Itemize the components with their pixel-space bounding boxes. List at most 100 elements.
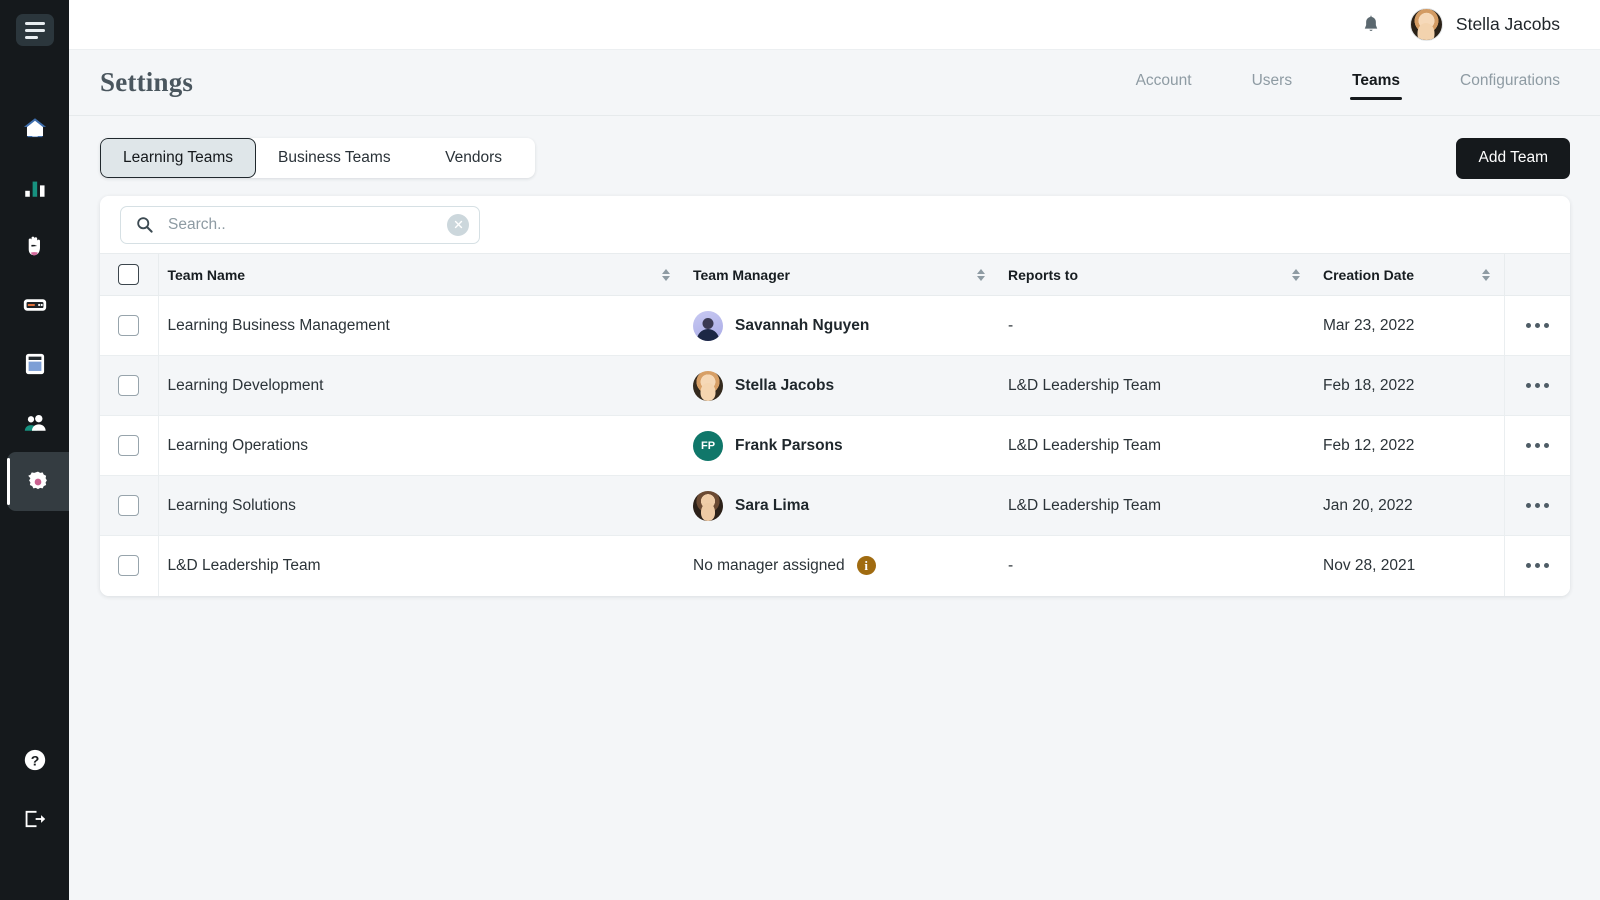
row-select-cell [100, 416, 158, 476]
hamburger-icon[interactable] [16, 14, 54, 46]
reports-to-text: - [999, 557, 1314, 575]
close-circle-icon[interactable] [447, 214, 469, 236]
sidebar-item-content[interactable] [0, 334, 69, 393]
search-input[interactable] [168, 216, 447, 234]
hamburger-line [25, 36, 38, 39]
table-row[interactable]: Learning Business Management Savannah Ng… [100, 296, 1570, 356]
sidebar-nav [0, 98, 69, 511]
top-bar: Stella Jacobs [69, 0, 1600, 50]
row-select-cell [100, 296, 158, 356]
th-team-name[interactable]: Team Name [158, 254, 684, 296]
more-horizontal-icon[interactable] [1505, 443, 1571, 448]
creation-date-text: Feb 12, 2022 [1314, 437, 1504, 455]
th-reports-to-label: Reports to [999, 267, 1078, 283]
add-team-button[interactable]: Add Team [1456, 138, 1570, 179]
team-name-text: Learning Operations [159, 437, 685, 455]
table-head: Team Name Team Manager Reports to [100, 254, 1570, 296]
tab-users[interactable]: Users [1222, 66, 1322, 100]
table-row[interactable]: L&D Leadership Team No manager assigned … [100, 536, 1570, 596]
sidebar-item-help[interactable]: ? [0, 730, 69, 789]
credit-card-icon [22, 292, 48, 318]
sort-arrows-icon[interactable] [977, 269, 985, 281]
sort-arrows-icon[interactable] [1292, 269, 1300, 281]
th-team-manager[interactable]: Team Manager [684, 254, 999, 296]
cell-row-actions [1504, 296, 1570, 356]
more-horizontal-icon[interactable] [1505, 563, 1571, 568]
avatar [1410, 8, 1443, 41]
th-team-manager-label: Team Manager [684, 267, 790, 283]
cell-team-name: Learning Solutions [158, 476, 684, 536]
table-row[interactable]: Learning Operations FP Frank Parsons L&D… [100, 416, 1570, 476]
creation-date-text: Mar 23, 2022 [1314, 317, 1504, 335]
sidebar-item-logout[interactable] [0, 789, 69, 848]
row-checkbox[interactable] [118, 555, 139, 576]
table-row[interactable]: Learning Solutions Sara Lima L&D Leaders… [100, 476, 1570, 536]
segment-learning-teams[interactable]: Learning Teams [100, 138, 256, 178]
people-icon [22, 410, 48, 436]
cell-reports-to: - [999, 296, 1314, 356]
select-all-checkbox[interactable] [118, 264, 139, 285]
row-select-cell [100, 356, 158, 416]
hamburger-line [25, 22, 45, 25]
team-name-text: Learning Solutions [159, 497, 685, 515]
sidebar-item-cards[interactable] [0, 275, 69, 334]
tab-account[interactable]: Account [1106, 66, 1222, 100]
cell-reports-to: L&D Leadership Team [999, 416, 1314, 476]
svg-text:?: ? [30, 752, 39, 768]
sort-arrows-icon[interactable] [1482, 269, 1490, 281]
sort-arrows-icon[interactable] [662, 269, 670, 281]
th-select-all [100, 254, 158, 296]
cell-team-manager: No manager assigned i [684, 536, 999, 596]
sidebar-item-home[interactable] [0, 98, 69, 157]
segment-vendors[interactable]: Vendors [413, 138, 535, 178]
info-icon[interactable]: i [857, 556, 876, 575]
creation-date-text: Feb 18, 2022 [1314, 377, 1504, 395]
segment-business-teams[interactable]: Business Teams [256, 138, 413, 178]
sidebar-item-analytics[interactable] [0, 157, 69, 216]
manager-name: Sara Lima [735, 497, 809, 515]
sub-toolbar: Learning Teams Business Teams Vendors Ad… [100, 138, 1570, 178]
reports-to-text: L&D Leadership Team [999, 497, 1314, 515]
more-horizontal-icon[interactable] [1505, 383, 1571, 388]
tab-configurations[interactable]: Configurations [1430, 66, 1560, 100]
more-horizontal-icon[interactable] [1505, 503, 1571, 508]
sidebar: ? [0, 0, 69, 900]
close-icon [452, 218, 465, 231]
row-checkbox[interactable] [118, 435, 139, 456]
teams-table: Team Name Team Manager Reports to [100, 253, 1570, 596]
table-body: Learning Business Management Savannah Ng… [100, 296, 1570, 596]
search-icon [135, 215, 154, 234]
bell-icon[interactable] [1360, 14, 1382, 36]
sidebar-item-engagement[interactable] [0, 216, 69, 275]
cell-row-actions [1504, 416, 1570, 476]
th-reports-to[interactable]: Reports to [999, 254, 1314, 296]
help-circle-icon: ? [22, 747, 48, 773]
cell-team-name: L&D Leadership Team [158, 536, 684, 596]
team-type-segmented-control: Learning Teams Business Teams Vendors [100, 138, 535, 178]
more-horizontal-icon[interactable] [1505, 323, 1571, 328]
th-creation-date[interactable]: Creation Date [1314, 254, 1504, 296]
cell-team-name: Learning Business Management [158, 296, 684, 356]
table-row[interactable]: Learning Development Stella Jacobs L&D L… [100, 356, 1570, 416]
row-checkbox[interactable] [118, 315, 139, 336]
sidebar-item-settings[interactable] [7, 452, 69, 511]
manager-avatar [693, 491, 723, 521]
tab-teams[interactable]: Teams [1322, 66, 1430, 100]
search-zone [100, 196, 1570, 253]
reports-to-text: L&D Leadership Team [999, 377, 1314, 395]
team-name-text: Learning Business Management [159, 317, 685, 335]
row-checkbox[interactable] [118, 495, 139, 516]
teams-table-card: Team Name Team Manager Reports to [100, 196, 1570, 596]
manager-name: Savannah Nguyen [735, 317, 869, 335]
row-checkbox[interactable] [118, 375, 139, 396]
cell-team-manager: Sara Lima [684, 476, 999, 536]
cell-creation-date: Feb 12, 2022 [1314, 416, 1504, 476]
reports-to-text: L&D Leadership Team [999, 437, 1314, 455]
user-menu[interactable]: Stella Jacobs [1410, 8, 1560, 41]
sidebar-item-people[interactable] [0, 393, 69, 452]
cell-creation-date: Nov 28, 2021 [1314, 536, 1504, 596]
th-creation-date-label: Creation Date [1314, 267, 1414, 283]
search-box[interactable] [120, 206, 480, 244]
manager-avatar [693, 311, 723, 341]
cell-reports-to: - [999, 536, 1314, 596]
